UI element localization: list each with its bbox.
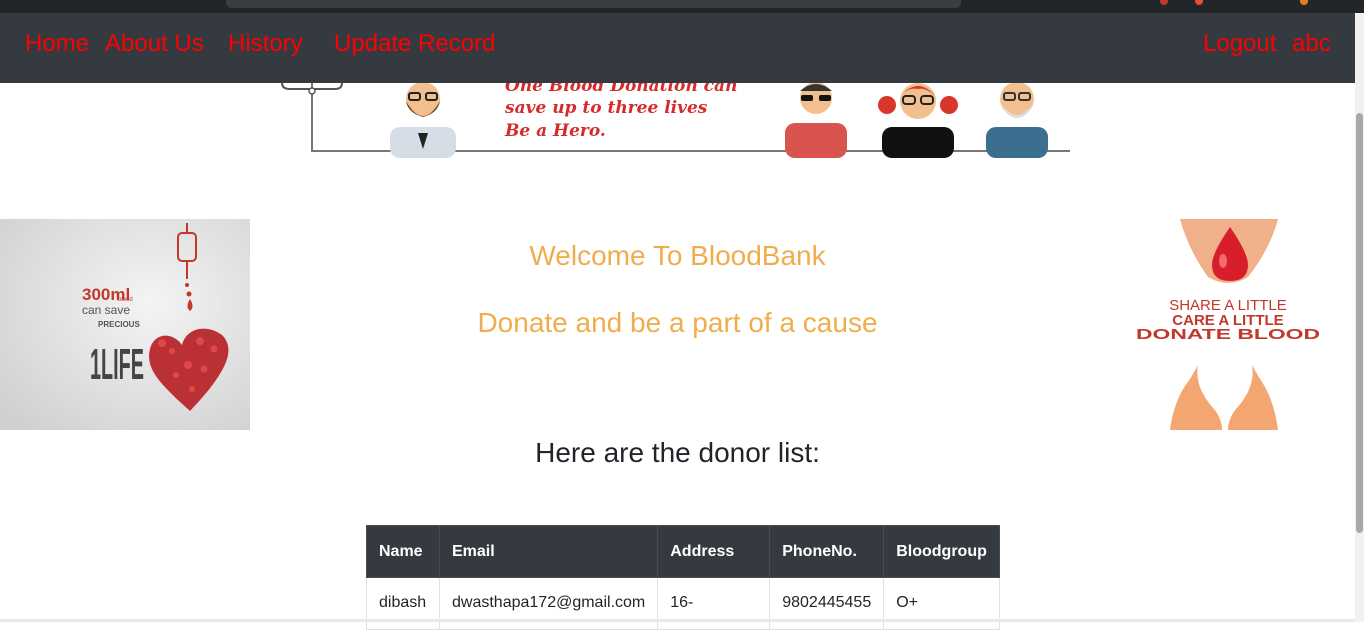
browser-toolbar [0, 0, 1364, 13]
nav-user-link[interactable]: abc [1292, 30, 1331, 58]
nav-home-link[interactable]: Home [25, 30, 89, 58]
profile-icon[interactable] [1300, 0, 1308, 5]
column-header-bloodgroup: Bloodgroup [883, 525, 1001, 578]
scrollbar-thumb[interactable] [1356, 113, 1363, 533]
address-bar[interactable] [226, 0, 961, 8]
extension-icon[interactable] [1195, 0, 1203, 5]
vertical-scrollbar[interactable] [1355, 13, 1364, 622]
nav-logout-link[interactable]: Logout [1203, 30, 1276, 58]
tagline-heading: Donate and be a part of a cause [477, 307, 878, 338]
nav-update-record-link[interactable]: Update Record [334, 30, 495, 58]
svg-text:1LIFE: 1LIFE [90, 340, 144, 389]
svg-text:save up to three lives: save up to three lives [504, 98, 708, 118]
column-header-address: Address [657, 525, 771, 578]
table-header-row: Name Email Address PhoneNo. Bloodgroup [366, 525, 1001, 578]
hero-banner-image: One Blood Donation can save up to three … [280, 76, 1080, 158]
bearded-man-icon [390, 82, 456, 158]
nav-about-link[interactable]: About Us [105, 30, 204, 58]
column-header-name: Name [366, 525, 440, 578]
svg-text:Be a Hero.: Be a Hero. [504, 121, 606, 141]
woman-red-hair-icon [878, 83, 958, 158]
extension-icon[interactable] [1160, 0, 1168, 5]
welcome-heading: Welcome To BloodBank [529, 240, 826, 271]
donor-list-title: Here are the donor list: [535, 437, 820, 468]
nav-history-link[interactable]: History [228, 30, 303, 58]
man-sunglasses-icon [785, 82, 847, 158]
column-header-email: Email [438, 525, 659, 578]
main-navbar: Home About Us History Update Record Logo… [0, 13, 1355, 83]
old-man-icon [986, 82, 1048, 158]
svg-text:One Blood Donation can: One Blood Donation can [505, 83, 737, 96]
donor-table: Name Email Address PhoneNo. Bloodgroup d… [366, 525, 1001, 630]
open-hands-icon [1170, 365, 1278, 430]
column-header-phone: PhoneNo. [769, 525, 885, 578]
